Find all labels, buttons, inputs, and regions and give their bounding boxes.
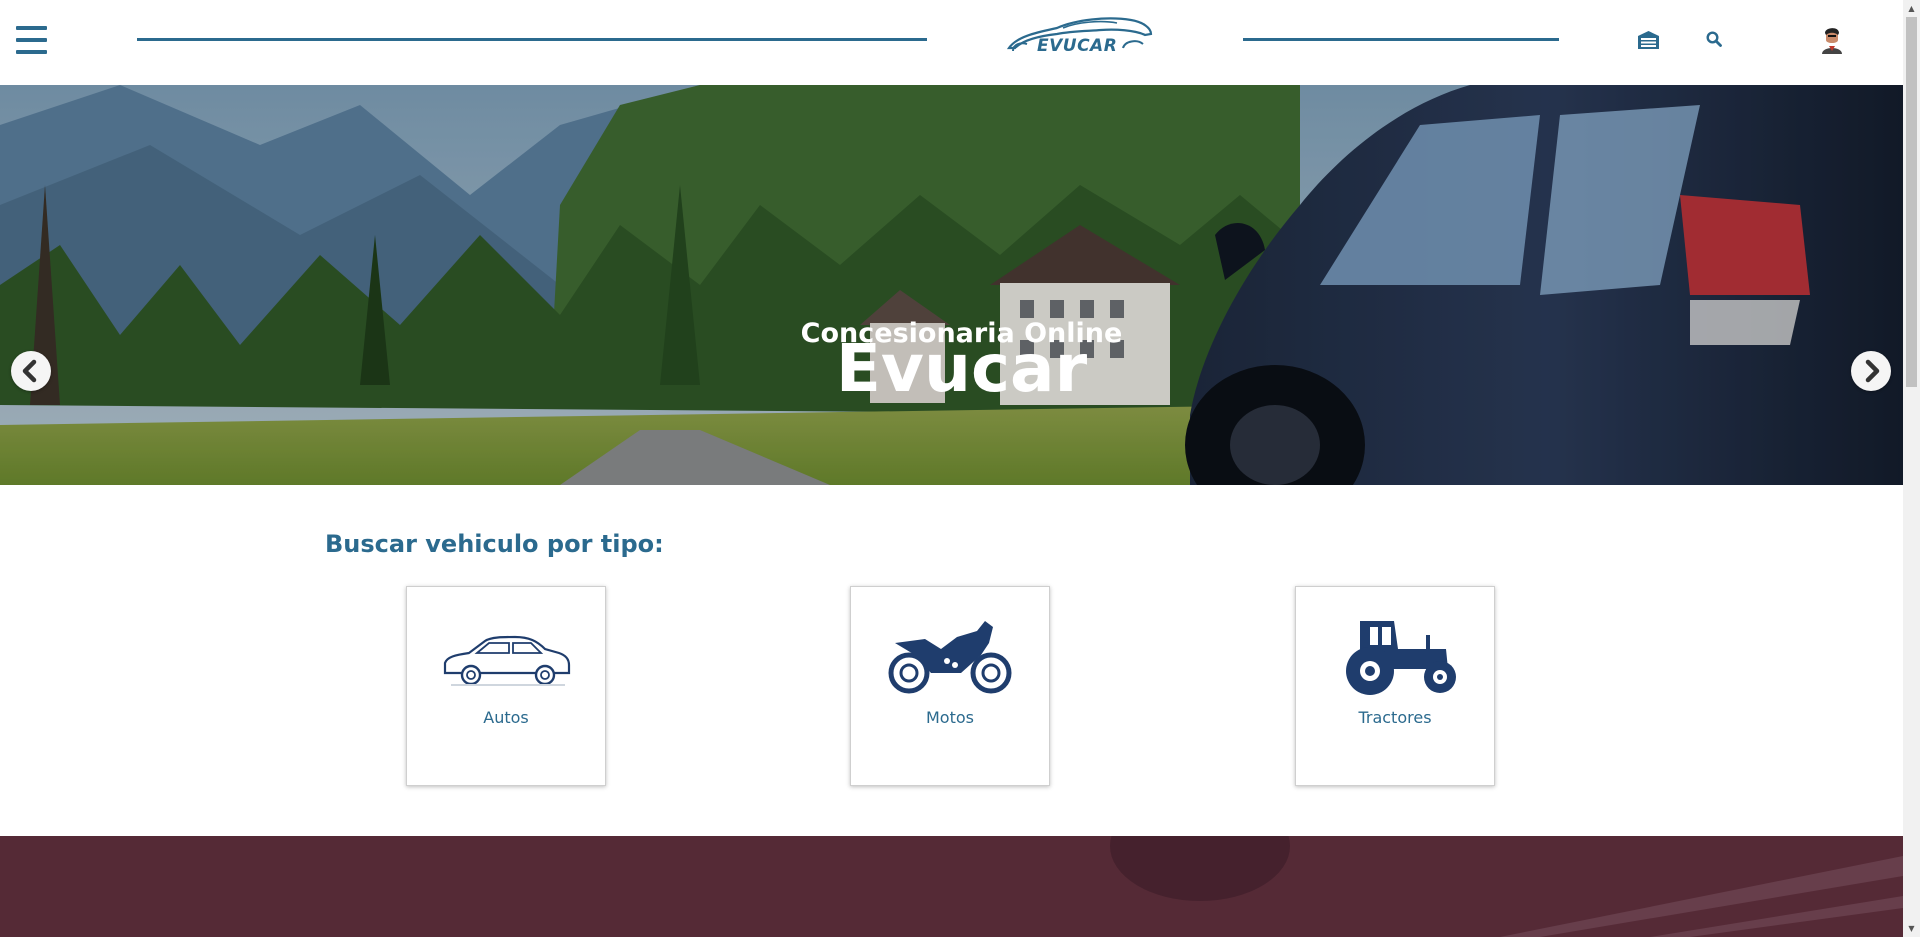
hamburger-menu-icon[interactable] (16, 26, 47, 54)
chevron-left-icon (22, 359, 37, 383)
header-divider-left (137, 38, 927, 41)
tractor-icon (1346, 621, 1456, 695)
promo-banner-image (0, 836, 1903, 937)
car-icon (443, 635, 571, 686)
hero-title: Evucar (835, 330, 1088, 407)
search-icon[interactable] (1706, 31, 1722, 47)
search-section-title: Buscar vehiculo por tipo: (325, 530, 664, 558)
logo-text: EVUCAR (1037, 36, 1118, 56)
site-header: EVUCAR (0, 0, 1903, 85)
vehicle-type-label: Autos (483, 708, 529, 727)
carousel-next-button[interactable] (1851, 351, 1891, 391)
carousel-prev-button[interactable] (11, 351, 51, 391)
scroll-down-arrow-icon[interactable]: ▼ (1903, 920, 1920, 937)
scrollbar-thumb[interactable] (1906, 17, 1917, 387)
vehicle-type-card-motos[interactable]: Motos (850, 586, 1050, 786)
chevron-right-icon (1865, 359, 1880, 383)
user-avatar-icon[interactable] (1819, 25, 1845, 55)
scroll-up-arrow-icon[interactable]: ▲ (1903, 0, 1920, 17)
vehicle-type-label: Motos (926, 708, 974, 727)
vehicle-type-card-tractores[interactable]: Tractores (1295, 586, 1495, 786)
hero-background-image (0, 85, 1903, 485)
header-divider-right (1243, 38, 1559, 41)
motorcycle-icon (888, 621, 1012, 694)
garage-icon[interactable] (1637, 30, 1660, 50)
vehicle-type-card-autos[interactable]: Autos (406, 586, 606, 786)
hero-carousel: Concesionaria Online Evucar (0, 85, 1903, 485)
vehicle-type-label: Tractores (1358, 708, 1432, 727)
